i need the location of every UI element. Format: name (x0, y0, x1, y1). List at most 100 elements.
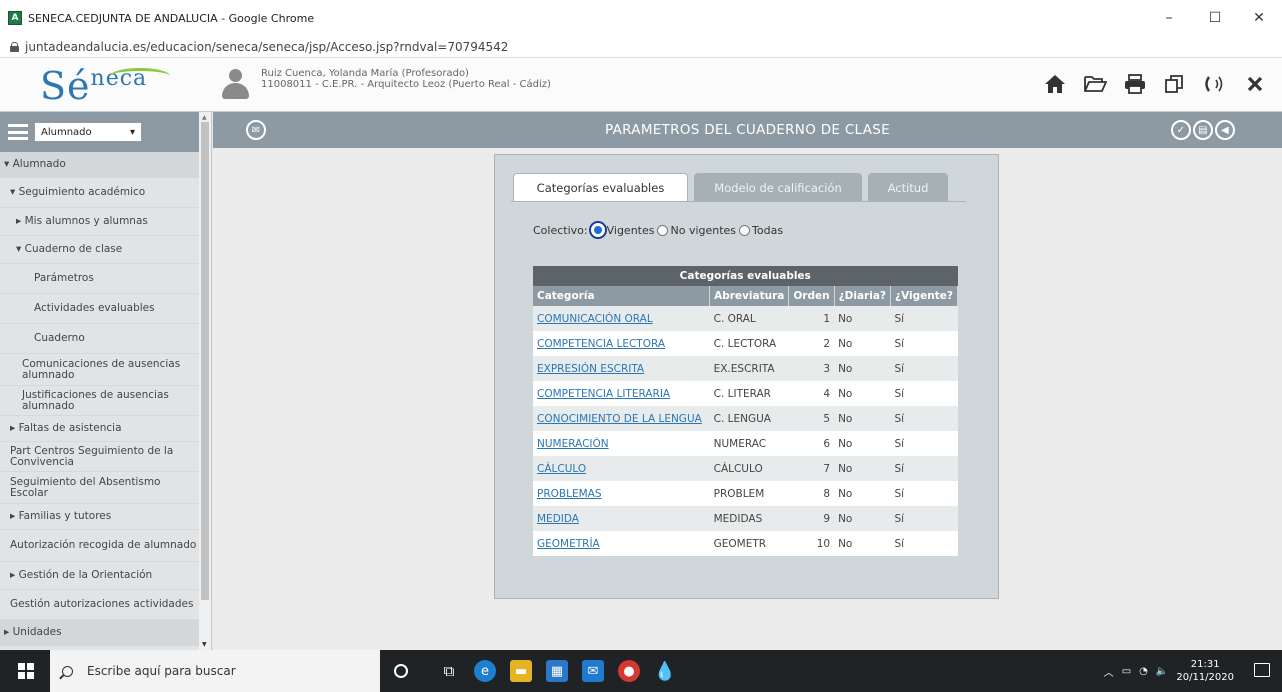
tab-divider (511, 201, 966, 202)
categoria-link[interactable]: CÁLCULO (533, 456, 710, 481)
categoria-link[interactable]: MEDIDA (533, 506, 710, 531)
notification-icon[interactable] (1254, 663, 1270, 677)
sidebar-item-cuaderno-de-clase[interactable]: ▾ Cuaderno de clase (0, 236, 200, 264)
abreviatura-cell: C. ORAL (709, 306, 789, 331)
sidebar-item-alumnado[interactable]: ▾ Alumnado (0, 152, 200, 178)
clock[interactable]: 21:31 20/11/2020 (1176, 658, 1234, 684)
scroll-up-icon[interactable]: ▲ (202, 114, 207, 121)
diaria-cell: No (834, 381, 891, 406)
sidebar-item-parametros[interactable]: Parámetros (0, 264, 200, 294)
scrollbar-thumb[interactable] (201, 122, 209, 600)
vigente-cell: Sí (890, 306, 958, 331)
tab-categorias-evaluables[interactable]: Categorías evaluables (513, 173, 688, 202)
search-icon (62, 665, 73, 677)
maximize-button[interactable]: ☐ (1192, 0, 1238, 36)
sidebar-item-justificaciones-ausencias[interactable]: Justificaciones de ausencias alumnado (0, 386, 200, 416)
orden-cell: 3 (788, 356, 835, 381)
page-title: PARAMETROS DEL CUADERNO DE CLASE (605, 122, 890, 138)
orden-cell: 7 (788, 456, 835, 481)
tab-actitud[interactable]: Actitud (868, 173, 948, 202)
table-row: COMPETENCIA LITERARIA C. LITERAR 4 No Sí (533, 381, 958, 406)
copy-icon[interactable] (1162, 72, 1188, 96)
radio-todas-label: Todas (752, 223, 784, 237)
minimize-button[interactable]: – (1146, 0, 1192, 36)
seneca-logo[interactable]: Séneca (40, 64, 170, 108)
radio-vigentes[interactable] (590, 223, 605, 237)
edge-icon[interactable]: e (474, 660, 496, 682)
categoria-link[interactable]: NUMERACIÓN (533, 431, 710, 456)
back-arrow-icon[interactable]: ◀ (1215, 120, 1235, 140)
sidebar-item-absentismo[interactable]: Seguimiento del Absentismo Escolar (0, 472, 200, 504)
logo-text-main: Sé (40, 64, 91, 108)
orden-cell: 9 (788, 506, 835, 531)
envelope-icon[interactable]: ✉ (246, 120, 266, 140)
categoria-link[interactable]: GEOMETRÍA (533, 531, 710, 556)
window-title: SENECA.CEDJUNTA DE ANDALUCIA - Google Ch… (28, 11, 315, 25)
module-select[interactable]: Alumnado ▾ (34, 122, 142, 142)
abreviatura-cell: MEDIDAS (709, 506, 789, 531)
close-window-button[interactable]: ✕ (1236, 0, 1282, 36)
vigente-cell: Sí (890, 431, 958, 456)
tab-modelo-calificacion[interactable]: Modelo de calificación (694, 173, 862, 202)
chrome-icon[interactable]: ● (618, 660, 640, 682)
abreviatura-cell: C. LENGUA (709, 406, 789, 431)
broadcast-icon[interactable] (1202, 72, 1228, 96)
cortana-icon[interactable] (394, 664, 408, 678)
address-bar[interactable]: juntadeandalucia.es/educacion/seneca/sen… (0, 36, 1282, 58)
diaria-cell: No (834, 506, 891, 531)
print-icon[interactable] (1122, 72, 1148, 96)
colectivo-filter: Colectivo: Vigentes No vigentes Todas (533, 223, 783, 237)
sidebar-item-faltas-asistencia[interactable]: ▸ Faltas de asistencia (0, 416, 200, 442)
url-text[interactable]: juntadeandalucia.es/educacion/seneca/sen… (25, 40, 508, 54)
module-select-value: Alumnado (41, 126, 92, 138)
task-view-icon[interactable]: ⧉ (438, 660, 460, 682)
sidebar-item-orientacion[interactable]: ▸ Gestión de la Orientación (0, 562, 200, 590)
sidebar-item-cuaderno[interactable]: Cuaderno (0, 324, 200, 354)
diaria-cell: No (834, 481, 891, 506)
taskbar-search[interactable]: Escribe aquí para buscar (50, 650, 380, 692)
paint-icon[interactable]: 💧 (654, 660, 676, 682)
abreviatura-cell: NUMERAC (709, 431, 789, 456)
categoria-link[interactable]: EXPRESIÓN ESCRITA (533, 356, 710, 381)
vigente-cell: Sí (890, 456, 958, 481)
categorias-table: Categorías evaluables Categoría Abreviat… (533, 266, 958, 556)
volume-icon[interactable]: 🔈 (1156, 666, 1168, 677)
sidebar-item-mis-alumnos[interactable]: ▸ Mis alumnos y alumnas (0, 208, 200, 236)
accept-icon[interactable]: ✓ (1171, 120, 1191, 140)
taskbar-search-placeholder: Escribe aquí para buscar (87, 664, 236, 678)
diaria-cell: No (834, 531, 891, 556)
sidebar-item-familias-tutores[interactable]: ▸ Familias y tutores (0, 504, 200, 530)
sidebar-item-convivencia[interactable]: Part Centros Seguimiento de la Convivenc… (0, 442, 200, 472)
categoria-link[interactable]: COMPETENCIA LECTORA (533, 331, 710, 356)
home-icon[interactable] (1042, 72, 1068, 96)
sidebar-item-autorizacion-recogida[interactable]: Autorización recogida de alumnado (0, 530, 200, 562)
sidebar-menu: ▾ Alumnado ▾ Seguimiento académico ▸ Mis… (0, 152, 200, 646)
radio-todas[interactable] (739, 224, 751, 236)
categoria-link[interactable]: CONOCIMIENTO DE LA LENGUA (533, 406, 710, 431)
tray-chevron-icon[interactable]: ︿ (1104, 664, 1114, 679)
table-row: COMPETENCIA LECTORA C. LECTORA 2 No Sí (533, 331, 958, 356)
document-icon[interactable]: ▤ (1193, 120, 1213, 140)
sidebar-item-autorizaciones-actividades[interactable]: Gestión autorizaciones actividades (0, 590, 200, 620)
categoria-link[interactable]: COMUNICACIÓN ORAL (533, 306, 710, 331)
wifi-icon[interactable]: ◔ (1139, 666, 1148, 677)
store-icon[interactable]: ▦ (546, 660, 568, 682)
sidebar-item-unidades[interactable]: ▸ Unidades (0, 620, 200, 646)
battery-icon[interactable]: ▭ (1122, 666, 1131, 677)
file-explorer-icon[interactable]: ▬ (510, 660, 532, 682)
menu-icon[interactable] (8, 124, 28, 140)
diaria-cell: No (834, 306, 891, 331)
sidebar-item-seguimiento-academico[interactable]: ▾ Seguimiento académico (0, 178, 200, 208)
folder-icon[interactable] (1082, 72, 1108, 96)
sidebar-scrollbar[interactable]: ▲ ▼ (199, 112, 211, 650)
categoria-link[interactable]: COMPETENCIA LITERARIA (533, 381, 710, 406)
sidebar-item-actividades-evaluables[interactable]: Actividades evaluables (0, 294, 200, 324)
close-icon[interactable] (1242, 72, 1268, 96)
radio-no-vigentes[interactable] (657, 224, 669, 236)
mail-icon[interactable]: ✉ (582, 660, 604, 682)
scroll-down-icon[interactable]: ▼ (202, 641, 207, 648)
user-info: Ruiz Cuenca, Yolanda María (Profesorado)… (261, 68, 551, 90)
windows-start-icon[interactable] (18, 663, 34, 679)
categoria-link[interactable]: PROBLEMAS (533, 481, 710, 506)
sidebar-item-comunicaciones-ausencias[interactable]: Comunicaciones de ausencias alumnado (0, 354, 200, 386)
